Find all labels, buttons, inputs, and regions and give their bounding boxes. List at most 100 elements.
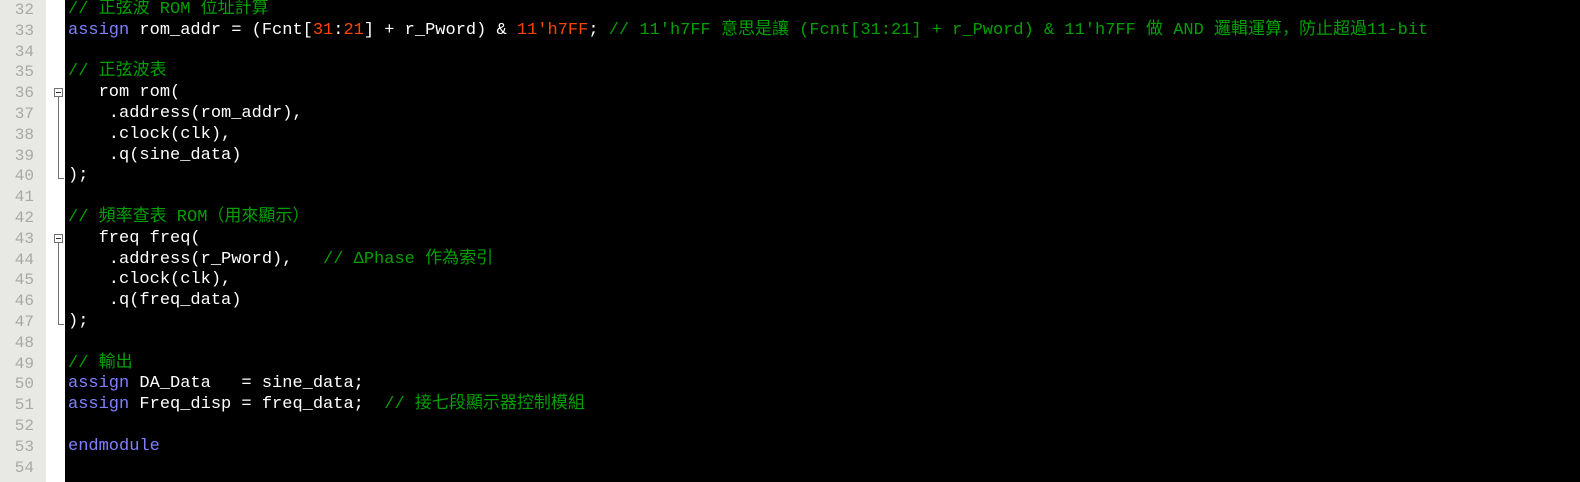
- keyword-token: assign: [68, 374, 130, 394]
- code-text[interactable]: // 正弦波表: [68, 62, 167, 83]
- fold-collapse-icon[interactable]: [54, 233, 63, 243]
- line-number: 52: [14, 417, 34, 435]
- comment-token: // 頻率查表 ROM（用來顯示）: [68, 208, 310, 227]
- code-text[interactable]: // 頻率查表 ROM（用來顯示）: [68, 208, 309, 229]
- comment-token: // 11'h7FF 意思是讓 (Fcnt[31:21] + r_Pword) …: [608, 20, 1429, 40]
- line-number: 54: [14, 458, 34, 477]
- code-line[interactable]: 32 // 正弦波 ROM 位址計算: [0, 0, 1580, 21]
- line-number: 44: [14, 250, 34, 269]
- comment-token: // ΔPhase 作為索引: [323, 249, 494, 269]
- code-text[interactable]: rom rom(: [68, 83, 181, 104]
- keyword-token: assign: [68, 20, 130, 40]
- code-token: .address(r_Pword),: [68, 249, 324, 269]
- code-token: .clock(clk),: [68, 270, 232, 290]
- code-editor[interactable]: 32 // 正弦波 ROM 位址計算 33 assign rom_addr = (Fc…: [0, 0, 1580, 482]
- code-text[interactable]: );: [68, 312, 88, 333]
- code-text[interactable]: );: [68, 166, 88, 187]
- code-line[interactable]: 39 .q(sine_data): [0, 146, 1580, 167]
- code-text[interactable]: .q(sine_data): [68, 145, 242, 167]
- code-token: Freq_disp = freq_data;: [129, 395, 385, 415]
- code-line[interactable]: 45 .clock(clk),: [0, 270, 1580, 291]
- line-number: 49: [14, 354, 34, 373]
- keyword-token: assign: [68, 395, 130, 415]
- line-number: 36: [14, 84, 34, 103]
- fold-guide-line: [58, 242, 59, 324]
- comment-token: // 接七段顯示器控制模組: [384, 395, 585, 415]
- line-number: 51: [14, 396, 34, 415]
- code-line[interactable]: 38 .clock(clk),: [0, 125, 1580, 146]
- number-token: 31: [312, 20, 334, 40]
- code-token: .q(freq_data): [68, 291, 242, 311]
- code-text[interactable]: assign Freq_disp = freq_data; // 接七段顯示器控…: [68, 395, 585, 416]
- code-line[interactable]: 46 .q(freq_data): [0, 291, 1580, 312]
- line-number: 40: [14, 167, 34, 186]
- code-token: DA_Data = sine_data;: [129, 374, 364, 394]
- fold-end-marker: [58, 178, 64, 180]
- code-line[interactable]: 47);: [0, 312, 1580, 333]
- code-line[interactable]: 49 // 輸出: [0, 354, 1580, 375]
- code-token: freq freq(: [68, 228, 201, 248]
- keyword-token: endmodule: [68, 436, 160, 456]
- fold-collapse-icon[interactable]: [54, 88, 63, 98]
- code-text[interactable]: assign rom_addr = (Fcnt[31:21] + r_Pword…: [68, 21, 1428, 42]
- code-token: );: [68, 166, 89, 186]
- number-token: 11'h7FF: [516, 20, 589, 40]
- code-line[interactable]: 36 rom rom(: [0, 83, 1580, 104]
- comment-token: // 輸出: [68, 353, 133, 373]
- code-text[interactable]: .q(freq_data): [68, 291, 242, 312]
- code-line[interactable]: 33 assign rom_addr = (Fcnt[31:21] + r_Pwo…: [0, 21, 1580, 42]
- line-number: 48: [14, 333, 34, 352]
- code-line[interactable]: 53 endmodule: [0, 437, 1580, 458]
- comment-token: // 正弦波表: [68, 62, 167, 82]
- code-text[interactable]: freq freq(: [68, 229, 201, 250]
- line-number: 38: [14, 125, 34, 144]
- code-token: );: [68, 312, 89, 331]
- code-line[interactable]: 42 // 頻率查表 ROM（用來顯示）: [0, 208, 1580, 229]
- code-line[interactable]: 54: [0, 458, 1580, 479]
- line-number: 32: [14, 1, 34, 19]
- code-line[interactable]: 34: [0, 42, 1580, 63]
- code-line[interactable]: 48: [0, 333, 1580, 354]
- code-line[interactable]: 37 .address(rom_addr),: [0, 104, 1580, 125]
- line-number: 46: [14, 292, 34, 311]
- code-line[interactable]: 44 .address(r_Pword), // ΔPhase 作為索引: [0, 250, 1580, 271]
- code-text[interactable]: .clock(clk),: [68, 125, 231, 146]
- code-token: .clock(clk),: [68, 124, 232, 144]
- code-text[interactable]: endmodule: [68, 437, 160, 458]
- code-token: ;: [588, 20, 609, 40]
- code-line[interactable]: 50 assign DA_Data = sine_data;: [0, 374, 1580, 395]
- fold-guide-line: [58, 97, 59, 179]
- code-text[interactable]: .address(rom_addr),: [68, 104, 303, 125]
- line-number: 47: [14, 313, 34, 331]
- code-line[interactable]: 40);: [0, 166, 1580, 187]
- line-number: 42: [14, 209, 34, 227]
- code-token: ] + r_Pword) &: [363, 20, 517, 40]
- code-text[interactable]: assign DA_Data = sine_data;: [68, 374, 364, 395]
- fold-end-marker: [58, 324, 64, 325]
- line-number: 34: [14, 42, 34, 61]
- code-text[interactable]: // 正弦波 ROM 位址計算: [68, 0, 269, 21]
- comment-token: // 正弦波 ROM 位址計算: [68, 0, 269, 19]
- line-number: 39: [14, 146, 34, 165]
- code-text[interactable]: // 輸出: [68, 354, 133, 375]
- line-number: 53: [14, 437, 34, 456]
- line-number: 37: [14, 105, 34, 123]
- code-text[interactable]: .address(r_Pword), // ΔPhase 作為索引: [68, 250, 493, 271]
- code-token: .q(sine_data): [68, 145, 242, 165]
- line-number: 33: [14, 21, 34, 40]
- code-text[interactable]: .clock(clk),: [68, 270, 231, 291]
- code-line[interactable]: 52: [0, 416, 1580, 437]
- line-number: 45: [14, 271, 34, 290]
- line-number: 35: [14, 63, 34, 82]
- line-number: 41: [14, 188, 34, 207]
- code-token: .address(rom_addr),: [68, 104, 303, 123]
- code-token: rom rom(: [68, 83, 181, 103]
- code-token: rom_addr = (Fcnt[: [129, 20, 313, 40]
- line-number: 50: [14, 375, 34, 394]
- number-token: 21: [343, 20, 364, 40]
- code-line[interactable]: 51 assign Freq_disp = freq_data; // 接七段顯示…: [0, 395, 1580, 416]
- code-line[interactable]: 35 // 正弦波表: [0, 62, 1580, 83]
- line-number: 43: [14, 229, 34, 248]
- code-line[interactable]: 41: [0, 187, 1580, 208]
- code-line[interactable]: 43 freq freq(: [0, 229, 1580, 250]
